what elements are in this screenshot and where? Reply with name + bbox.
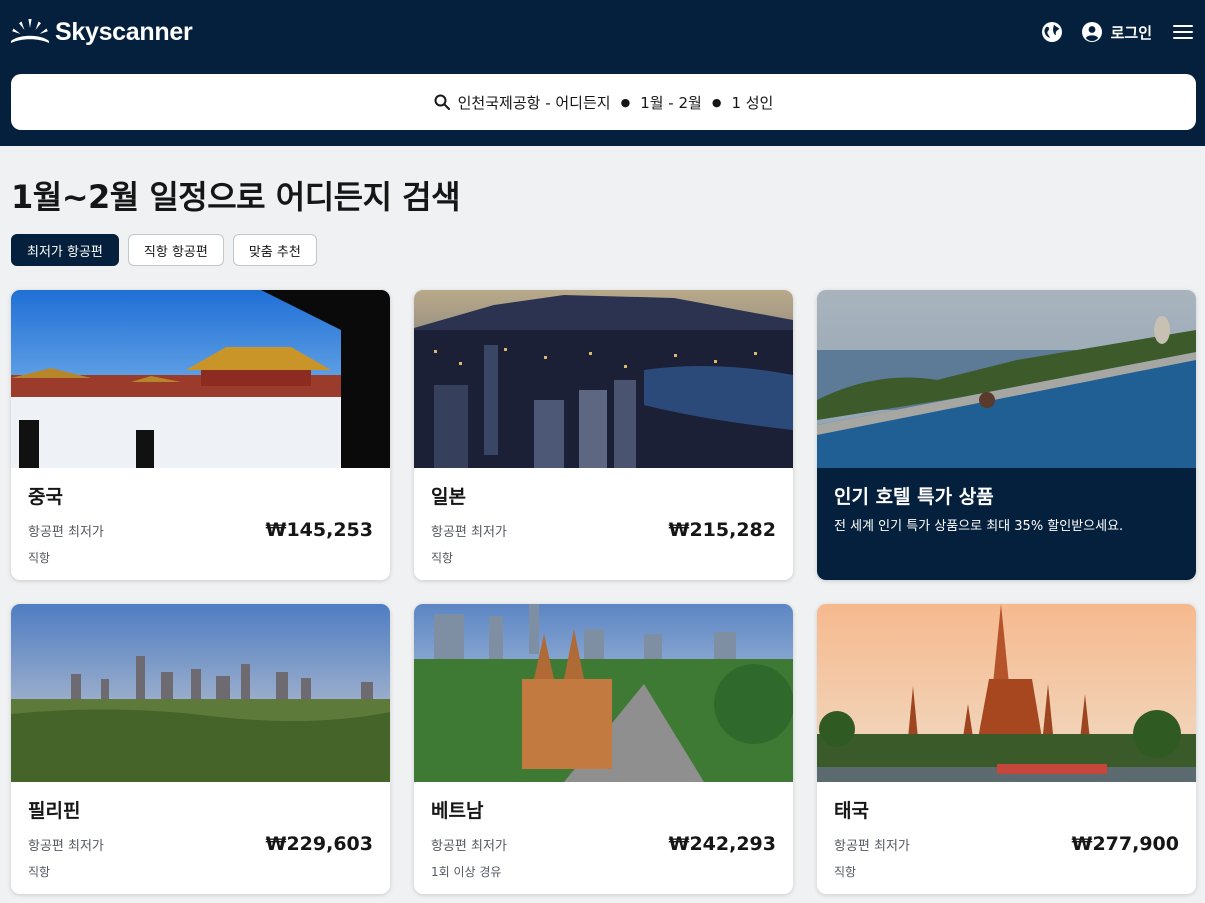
card-body: 태국 항공편 최저가 ₩277,900 직항 [817,782,1196,880]
card-body: 필리핀 항공편 최저가 ₩229,603 직항 [11,782,390,880]
page-title: 1월~2월 일정으로 어디든지 검색 [11,178,461,216]
separator-dot: ● [711,95,722,109]
tab-cheapest-flights[interactable]: 최저가 항공편 [11,234,119,266]
login-button[interactable]: 로그인 [1081,21,1152,43]
card-price-row: 항공편 최저가 ₩215,282 [431,519,776,541]
hotel-deals-card[interactable]: 인기 호텔 특가 상품 전 세계 인기 특가 상품으로 최대 35% 할인받으세… [817,290,1196,580]
destination-image [11,604,390,782]
destination-card-japan[interactable]: 일본 항공편 최저가 ₩215,282 직항 [414,290,793,580]
tab-direct-flights[interactable]: 직항 항공편 [127,234,224,266]
stops-label: 직항 [834,865,857,879]
card-body: 일본 항공편 최저가 ₩215,282 직항 [414,468,793,566]
destination-image [817,604,1196,782]
search-travellers: 1 성인 [731,93,774,112]
search-origin: 인천국제공항 - 어디든지 [457,93,611,112]
card-price-row: 항공편 최저가 ₩242,293 [431,833,776,855]
destination-name: 태국 [834,800,869,822]
card-body: 인기 호텔 특가 상품 전 세계 인기 특가 상품으로 최대 35% 할인받으세… [817,468,1196,580]
account-icon [1081,22,1102,42]
search-icon [434,94,450,110]
globe-icon[interactable] [1041,21,1063,43]
hotel-promo-title: 인기 호텔 특가 상품 [834,486,994,508]
top-bar: Skyscanner 로그인 [0,0,1205,64]
destination-image [414,604,793,782]
price-label: 항공편 최저가 [431,525,507,540]
price-label: 항공편 최저가 [28,525,104,540]
stops-label: 1회 이상 경유 [431,865,502,879]
destination-card-china[interactable]: 중국 항공편 최저가 ₩145,253 직항 [11,290,390,580]
login-label: 로그인 [1110,23,1152,42]
tab-recommended[interactable]: 맞춤 추천 [232,234,317,266]
destination-image [11,290,390,468]
search-dates: 1월 - 2월 [640,93,702,112]
brand-name: Skyscanner [55,17,193,46]
card-price-row: 항공편 최저가 ₩277,900 [834,833,1179,855]
stops-label: 직항 [28,551,51,565]
destination-name: 중국 [28,486,63,508]
price-value: ₩277,900 [1071,833,1180,855]
price-value: ₩229,603 [265,833,374,855]
destination-card-philippines[interactable]: 필리핀 항공편 최저가 ₩229,603 직항 [11,604,390,894]
destination-grid: 중국 항공편 최저가 ₩145,253 직항 일본 항공편 최저가 ₩215,2… [11,290,1196,894]
menu-icon[interactable] [1172,23,1194,41]
card-price-row: 항공편 최저가 ₩145,253 [28,519,373,541]
filter-tabs: 최저가 항공편 직항 항공편 맞춤 추천 [11,234,317,266]
price-label: 항공편 최저가 [431,839,507,854]
destination-name: 필리핀 [28,800,81,822]
header: Skyscanner 로그인 인천국제공항 - 어디든지 ● 1월 - 2월 ●… [0,0,1205,146]
skyscanner-sunrise-icon [11,19,49,43]
destination-card-thailand[interactable]: 태국 항공편 최저가 ₩277,900 직항 [817,604,1196,894]
price-label: 항공편 최저가 [28,839,104,854]
logo[interactable]: Skyscanner [11,17,193,47]
hotel-promo-description: 전 세계 인기 특가 상품으로 최대 35% 할인받으세요. [834,519,1124,534]
price-label: 항공편 최저가 [834,839,910,854]
stops-label: 직항 [431,551,454,565]
stops-label: 직항 [28,865,51,879]
hotel-image [817,290,1196,468]
destination-name: 일본 [431,486,466,508]
destination-card-vietnam[interactable]: 베트남 항공편 최저가 ₩242,293 1회 이상 경유 [414,604,793,894]
top-actions: 로그인 [1041,21,1194,43]
card-body: 베트남 항공편 최저가 ₩242,293 1회 이상 경유 [414,782,793,880]
price-value: ₩242,293 [668,833,777,855]
card-price-row: 항공편 최저가 ₩229,603 [28,833,373,855]
price-value: ₩145,253 [265,519,374,541]
destination-name: 베트남 [431,800,484,822]
search-summary-button[interactable]: 인천국제공항 - 어디든지 ● 1월 - 2월 ● 1 성인 [11,74,1196,130]
destination-image [414,290,793,468]
card-body: 중국 항공편 최저가 ₩145,253 직항 [11,468,390,566]
separator-dot: ● [620,95,631,109]
price-value: ₩215,282 [668,519,777,541]
